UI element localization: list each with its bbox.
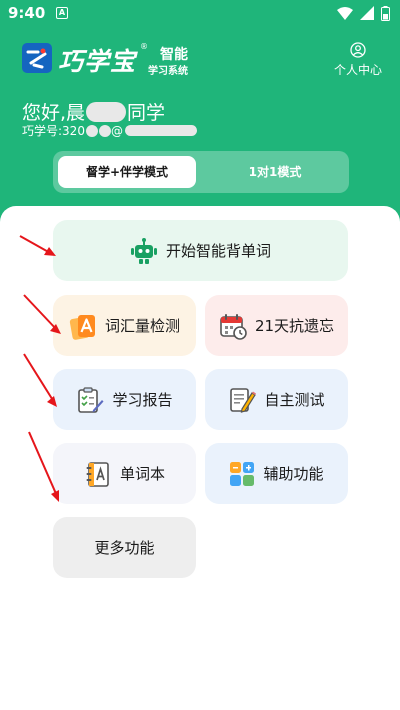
start-word-memorize-label: 开始智能背单词 bbox=[165, 242, 271, 260]
status-bar: 9:40 A bbox=[0, 0, 400, 26]
logo-subtitle-2: 学习系统 bbox=[148, 66, 188, 77]
wifi-icon bbox=[337, 6, 353, 20]
self-test-button[interactable]: 自主测试 bbox=[205, 369, 348, 430]
account-label: 巧学号:320 bbox=[22, 124, 85, 138]
redacted-account-suffix bbox=[124, 125, 197, 136]
redacted-name bbox=[86, 101, 127, 122]
greeting-suffix: 同学 bbox=[127, 102, 166, 124]
status-icons bbox=[337, 5, 390, 21]
redacted-digit-2 bbox=[98, 124, 111, 137]
content-panel: 开始智能背单词 词汇量检测 21天抗遗忘 学习报告 自主测试 单词本 辅助功能 … bbox=[0, 206, 400, 710]
self-test-label: 自主测试 bbox=[264, 391, 325, 409]
logo-icon bbox=[22, 43, 52, 73]
notebook-icon bbox=[86, 461, 109, 487]
vocabulary-test-label: 词汇量检测 bbox=[104, 317, 180, 335]
more-functions-button[interactable]: 更多功能 bbox=[53, 517, 196, 578]
account-id: 巧学号:320 @ bbox=[22, 122, 197, 139]
auxiliary-functions-label: 辅助功能 bbox=[263, 465, 324, 483]
redacted-digit-1 bbox=[85, 124, 98, 137]
auxiliary-functions-button[interactable]: 辅助功能 bbox=[205, 443, 348, 504]
apps-grid-icon bbox=[230, 461, 255, 486]
status-time: 9:40 bbox=[8, 4, 46, 22]
profile-label: 个人中心 bbox=[333, 63, 382, 77]
calendar-clock-icon bbox=[220, 313, 247, 340]
wordbook-label: 单词本 bbox=[119, 465, 165, 483]
logo-subtitle-1: 智能 bbox=[160, 47, 188, 63]
wordbook-button[interactable]: 单词本 bbox=[53, 443, 196, 504]
report-clipboard-icon bbox=[78, 386, 104, 413]
account-at: @ bbox=[110, 123, 123, 138]
profile-button[interactable]: 个人中心 bbox=[328, 40, 388, 78]
logo-registered-mark: ® bbox=[140, 42, 148, 51]
vocabulary-card-icon bbox=[69, 314, 95, 340]
tab-supervised-mode[interactable]: 督学+伴学模式 bbox=[58, 156, 196, 188]
pencil-test-icon bbox=[230, 387, 257, 413]
mode-tabs: 督学+伴学模式 1对1模式 bbox=[53, 151, 349, 193]
study-report-button[interactable]: 学习报告 bbox=[53, 369, 196, 430]
tab-one-on-one-mode[interactable]: 1对1模式 bbox=[206, 156, 344, 188]
greeting: 您好,晨 同学 bbox=[22, 98, 165, 125]
start-word-memorize-button[interactable]: 开始智能背单词 bbox=[53, 220, 348, 281]
anti-forget-21-days-button[interactable]: 21天抗遗忘 bbox=[205, 295, 348, 356]
signal-icon bbox=[360, 6, 374, 20]
vocabulary-test-button[interactable]: 词汇量检测 bbox=[53, 295, 196, 356]
greeting-hello: 您好,晨 bbox=[22, 102, 86, 124]
study-report-label: 学习报告 bbox=[112, 391, 173, 409]
battery-icon bbox=[381, 5, 390, 21]
more-functions-label: 更多功能 bbox=[94, 539, 155, 557]
notification-app-icon: A bbox=[56, 7, 68, 19]
anti-forget-label: 21天抗遗忘 bbox=[254, 317, 335, 335]
logo-text: 巧学宝 bbox=[58, 47, 137, 76]
robot-icon bbox=[130, 237, 157, 264]
user-profile-icon bbox=[350, 42, 366, 58]
